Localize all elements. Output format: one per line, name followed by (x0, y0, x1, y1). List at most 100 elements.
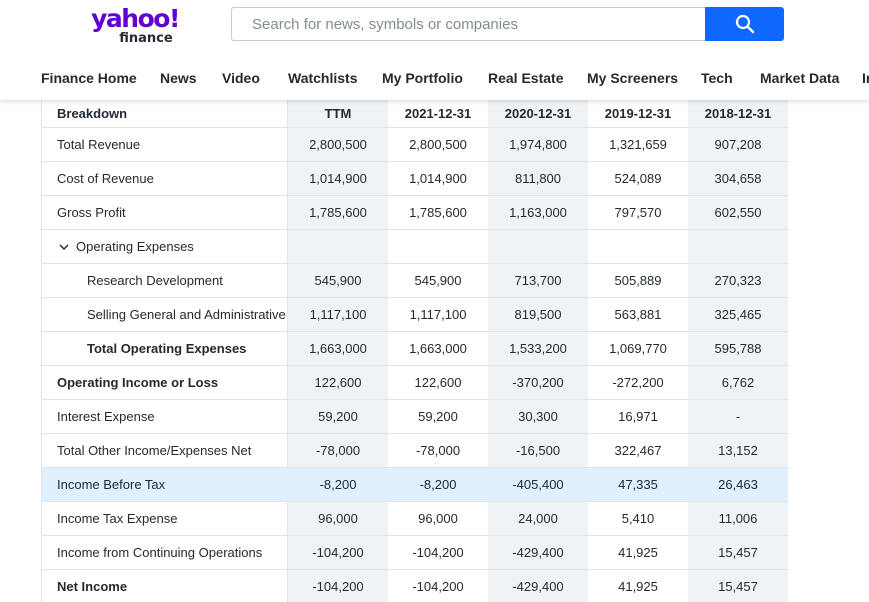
search-button[interactable] (705, 7, 784, 41)
table-row: Income Before Tax -8,200 -8,200 -405,400 47,… (42, 468, 788, 502)
row-value: 563,881 (614, 307, 662, 322)
row-value: -16,500 (515, 443, 561, 458)
table-row: Gross Profit 1,785,600 1,785,600 1,163,000 7… (42, 196, 788, 230)
row-value: 304,658 (714, 171, 762, 186)
table-row[interactable]: Operating Expenses (42, 230, 788, 264)
income-statement-table: Breakdown TTM 2021-12-31 2020-12-31 2019-12-… (41, 100, 788, 602)
row-value: 1,663,000 (409, 341, 467, 356)
chevron-down-icon[interactable] (59, 239, 69, 254)
row-value: 122,600 (414, 375, 462, 390)
table-row: Income from Continuing Operations -104,20… (42, 536, 788, 570)
logo-sub-text: finance (119, 31, 173, 46)
row-value: 1,321,659 (609, 137, 667, 152)
row-value: 524,089 (614, 171, 662, 186)
row-value: 270,323 (714, 273, 762, 288)
row-value: -429,400 (512, 545, 564, 560)
nav-real-estate[interactable]: Real Estate (488, 70, 563, 86)
row-value: 1,785,600 (409, 205, 467, 220)
row-value: -405,400 (512, 477, 564, 492)
row-value: - (735, 409, 741, 424)
table-row: Total Other Income/Expenses Net -78,000 -7… (42, 434, 788, 468)
nav-video[interactable]: Video (222, 70, 260, 86)
nav-more[interactable]: In (862, 70, 869, 86)
row-value: 59,200 (318, 409, 358, 424)
row-value: 713,700 (514, 273, 562, 288)
row-value: -370,200 (512, 375, 564, 390)
row-value: 325,465 (714, 307, 762, 322)
row-value (588, 230, 688, 263)
row-value: 595,788 (714, 341, 762, 356)
yahoo-finance-logo[interactable]: yahoo! finance (85, 6, 185, 48)
header-period: 2018-12-31 (704, 106, 772, 121)
table-row: Operating Income or Loss 122,600 122,600 -3… (42, 366, 788, 400)
row-value: 26,463 (718, 477, 758, 492)
table-header-row: Breakdown TTM 2021-12-31 2020-12-31 2019-12-… (42, 100, 788, 128)
row-value: 15,457 (718, 579, 758, 594)
table-row: Selling General and Administrative 1,117,… (42, 298, 788, 332)
row-value (488, 230, 588, 263)
row-value: 96,000 (418, 511, 458, 526)
row-value: 41,925 (618, 545, 658, 560)
row-label: Selling General and Administrative (87, 307, 286, 322)
row-value (688, 230, 788, 263)
row-value: -8,200 (419, 477, 457, 492)
row-value: -104,200 (312, 579, 364, 594)
row-value: 15,457 (718, 545, 758, 560)
table-row: Net Income -104,200 -104,200 -429,400 41,925… (42, 570, 788, 602)
nav-market-data[interactable]: Market Data (760, 70, 839, 86)
row-label: Net Income (57, 579, 128, 594)
row-value: 322,467 (614, 443, 662, 458)
row-value: 1,014,900 (409, 171, 467, 186)
header-breakdown: Breakdown (57, 106, 128, 121)
search-icon (735, 14, 754, 34)
header-period: 2020-12-31 (504, 106, 572, 121)
row-value: -104,200 (412, 579, 464, 594)
header-period: 2019-12-31 (604, 106, 672, 121)
row-label: Income from Continuing Operations (57, 545, 263, 560)
row-value: 59,200 (418, 409, 458, 424)
row-value: 1,069,770 (609, 341, 667, 356)
row-value: -104,200 (412, 545, 464, 560)
row-value: 602,550 (714, 205, 762, 220)
row-value: 24,000 (518, 511, 558, 526)
nav-finance-home[interactable]: Finance Home (41, 70, 137, 86)
row-value: -429,400 (512, 579, 564, 594)
search-input[interactable] (232, 8, 705, 40)
row-label: Gross Profit (57, 205, 126, 220)
row-value: 1,163,000 (509, 205, 567, 220)
row-label: Total Operating Expenses (87, 341, 247, 356)
row-value: 1,663,000 (309, 341, 367, 356)
row-value: 2,800,500 (309, 137, 367, 152)
table-row: Cost of Revenue 1,014,900 1,014,900 811,800… (42, 162, 788, 196)
nav-my-portfolio[interactable]: My Portfolio (382, 70, 463, 86)
main-nav: Finance Home News Video Watchlists My Po… (0, 60, 869, 96)
table-row: Total Revenue 2,800,500 2,800,500 1,974,800… (42, 128, 788, 162)
row-value: 13,152 (718, 443, 758, 458)
row-label: Cost of Revenue (57, 171, 154, 186)
row-value: 505,889 (614, 273, 662, 288)
table-row: Total Operating Expenses 1,663,000 1,663,0… (42, 332, 788, 366)
header-period: TTM (324, 106, 352, 121)
row-value: 96,000 (318, 511, 358, 526)
row-value: 2,800,500 (409, 137, 467, 152)
row-label: Operating Income or Loss (57, 375, 219, 390)
row-label: Total Other Income/Expenses Net (57, 443, 252, 458)
row-value: 16,971 (618, 409, 658, 424)
row-value: -78,000 (415, 443, 461, 458)
row-value: 11,006 (718, 511, 758, 526)
row-value: 1,533,200 (509, 341, 567, 356)
row-label: Interest Expense (57, 409, 155, 424)
row-value: -78,000 (315, 443, 361, 458)
row-label: Operating Expenses (76, 239, 194, 254)
row-value: 122,600 (314, 375, 362, 390)
row-value: -8,200 (319, 477, 357, 492)
row-value: -104,200 (312, 545, 364, 560)
row-value: 907,208 (714, 137, 762, 152)
nav-my-screeners[interactable]: My Screeners (587, 70, 678, 86)
nav-watchlists[interactable]: Watchlists (288, 70, 358, 86)
row-value: 6,762 (721, 375, 755, 390)
nav-tech[interactable]: Tech (701, 70, 733, 86)
row-value: -272,200 (612, 375, 664, 390)
nav-news[interactable]: News (160, 70, 197, 86)
row-value (288, 230, 388, 263)
